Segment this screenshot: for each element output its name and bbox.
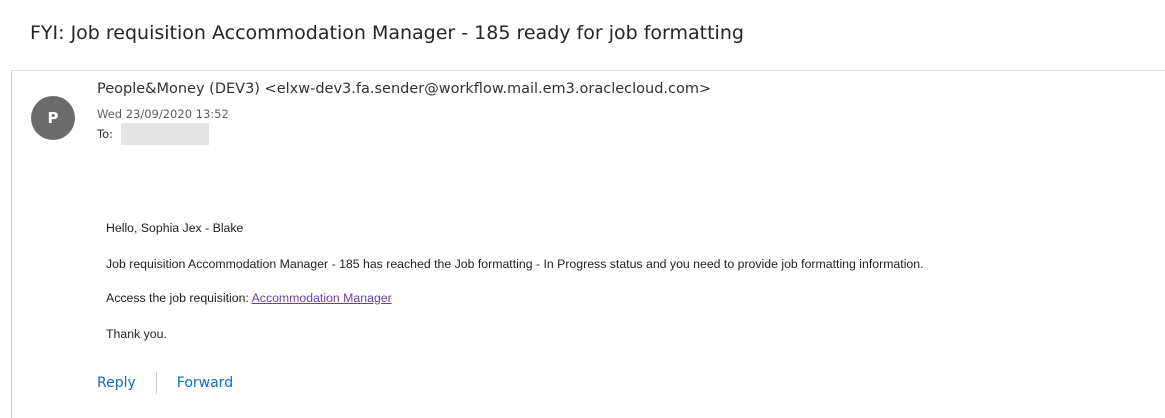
message-actions: Reply Forward [97, 371, 233, 395]
body-line-access: Access the job requisition: Accommodatio… [106, 291, 392, 305]
avatar-initial: P [47, 109, 59, 127]
email-subject: FYI: Job requisition Accommodation Manag… [30, 22, 744, 44]
recipient-row: To: [97, 123, 209, 145]
access-text: Access the job requisition: [106, 291, 252, 305]
to-label: To: [97, 127, 113, 141]
reply-button[interactable]: Reply [97, 375, 136, 391]
body-greeting: Hello, Sophia Jex - Blake [106, 221, 244, 235]
requisition-link[interactable]: Accommodation Manager [252, 291, 392, 305]
sender-name[interactable]: People&Money (DEV3) <elxw-dev3.fa.sender… [97, 81, 711, 97]
sender-avatar[interactable]: P [31, 96, 75, 140]
forward-button[interactable]: Forward [177, 375, 233, 391]
action-divider [155, 372, 157, 394]
body-closing: Thank you. [106, 327, 167, 341]
redacted-recipient[interactable] [120, 123, 209, 145]
subject-bar: FYI: Job requisition Accommodation Manag… [0, 0, 1165, 70]
body-line-status: Job requisition Accommodation Manager - … [106, 257, 924, 271]
sent-date: Wed 23/09/2020 13:52 [97, 107, 229, 121]
